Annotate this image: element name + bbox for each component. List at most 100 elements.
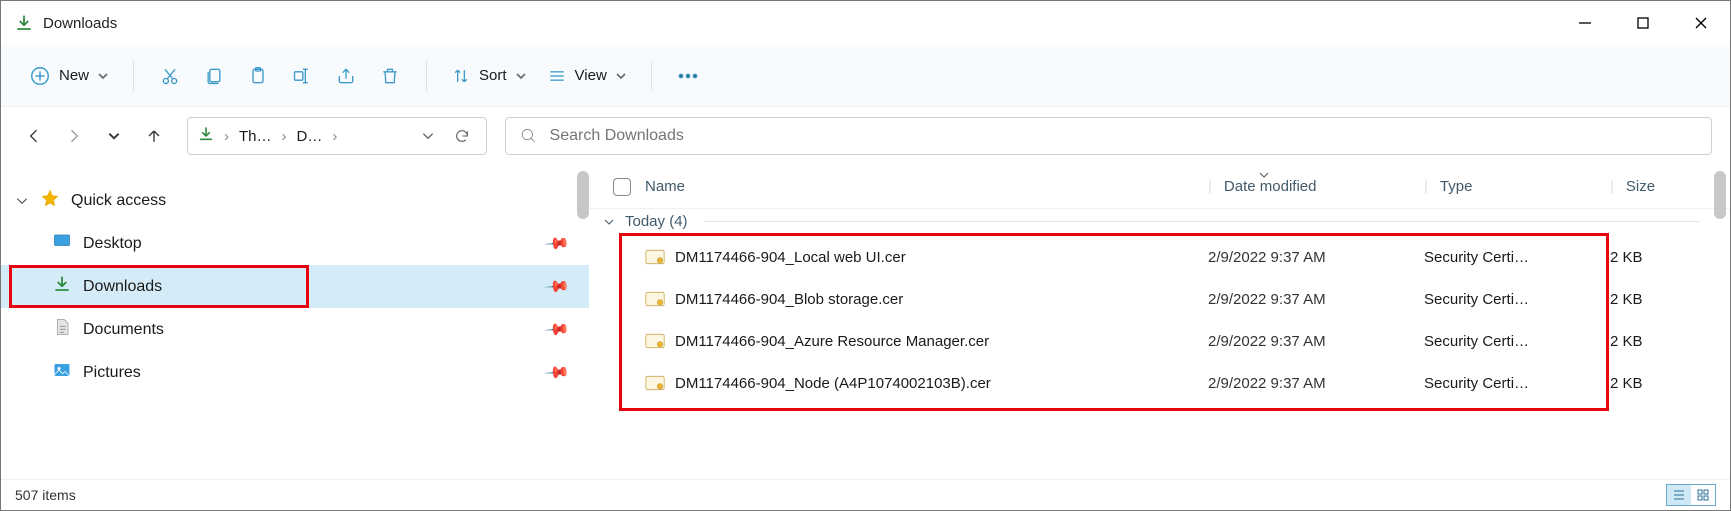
view-button-label: View xyxy=(575,67,607,84)
group-divider xyxy=(704,221,1700,222)
documents-icon xyxy=(53,318,71,341)
file-type: Security Certi… xyxy=(1424,291,1610,308)
new-button-label: New xyxy=(59,67,89,84)
file-row[interactable]: DM1174466-904_Azure Resource Manager.cer… xyxy=(589,320,1730,362)
group-header-label: Today (4) xyxy=(625,213,688,230)
refresh-button[interactable] xyxy=(448,128,476,144)
sidebar-item-label: Downloads xyxy=(83,278,589,296)
file-name: DM1174466-904_Local web UI.cer xyxy=(675,249,1208,266)
file-list-scrollbar[interactable] xyxy=(1714,171,1726,219)
details-view-button[interactable] xyxy=(1667,485,1691,505)
close-button[interactable] xyxy=(1672,1,1730,45)
sort-button-label: Sort xyxy=(479,67,507,84)
window-titlebar: Downloads xyxy=(1,1,1730,45)
breadcrumb-segment[interactable]: Th… xyxy=(239,128,272,145)
toolbar-separator xyxy=(651,61,652,91)
sidebar-item-label: Pictures xyxy=(83,364,589,382)
group-header-today[interactable]: Today (4) xyxy=(589,209,1730,236)
column-headers: Name |Date modified |Type |Size xyxy=(589,165,1730,209)
paste-button[interactable] xyxy=(236,54,280,98)
back-button[interactable] xyxy=(19,121,49,151)
column-header-size[interactable]: |Size xyxy=(1610,178,1730,195)
address-bar[interactable]: › Th… › D… › xyxy=(187,117,487,155)
downloads-icon xyxy=(53,275,71,298)
file-date: 2/9/2022 9:37 AM xyxy=(1208,333,1424,350)
file-date: 2/9/2022 9:37 AM xyxy=(1208,249,1424,266)
file-type: Security Certi… xyxy=(1424,249,1610,266)
forward-button[interactable] xyxy=(59,121,89,151)
file-type: Security Certi… xyxy=(1424,333,1610,350)
toolbar-separator xyxy=(133,61,134,91)
column-header-date[interactable]: |Date modified xyxy=(1208,178,1424,195)
sidebar-item-downloads[interactable]: Downloads 📌 xyxy=(1,265,589,308)
sidebar-item-label: Documents xyxy=(83,321,589,339)
maximize-button[interactable] xyxy=(1614,1,1672,45)
chevron-down-icon xyxy=(615,70,627,82)
thumbnails-view-button[interactable] xyxy=(1691,485,1715,505)
certificate-icon xyxy=(645,333,665,349)
file-date: 2/9/2022 9:37 AM xyxy=(1208,291,1424,308)
sidebar-item-pictures[interactable]: Pictures 📌 xyxy=(1,351,589,394)
select-all-checkbox[interactable] xyxy=(613,178,631,196)
downloads-folder-icon xyxy=(15,14,33,32)
chevron-down-icon xyxy=(515,70,527,82)
file-size: 2 KB xyxy=(1610,291,1730,308)
file-row[interactable]: DM1174466-904_Local web UI.cer2/9/2022 9… xyxy=(589,236,1730,278)
chevron-down-icon xyxy=(603,216,615,228)
sidebar-item-quick-access[interactable]: Quick access xyxy=(1,179,589,222)
command-bar: New Sort View xyxy=(1,45,1730,107)
chevron-down-icon xyxy=(15,194,29,208)
window-title: Downloads xyxy=(43,15,1556,32)
up-button[interactable] xyxy=(139,121,169,151)
status-item-count: 507 items xyxy=(15,487,76,503)
column-header-name[interactable]: Name xyxy=(645,178,1208,195)
breadcrumb-chevron[interactable]: › xyxy=(328,128,341,145)
breadcrumb-chevron[interactable]: › xyxy=(220,128,233,145)
file-size: 2 KB xyxy=(1610,375,1730,392)
file-name: DM1174466-904_Node (A4P1074002103B).cer xyxy=(675,375,1208,392)
sort-indicator-icon xyxy=(1258,168,1270,185)
navigation-pane: Quick access Desktop 📌 Downloads 📌 Docum… xyxy=(1,165,589,479)
certificate-icon xyxy=(645,375,665,391)
address-history-button[interactable] xyxy=(414,129,442,143)
column-header-type[interactable]: |Type xyxy=(1424,178,1610,195)
certificate-icon xyxy=(645,291,665,307)
navigation-row: › Th… › D… › xyxy=(1,107,1730,165)
file-row[interactable]: DM1174466-904_Node (A4P1074002103B).cer2… xyxy=(589,362,1730,404)
sidebar-item-label: Quick access xyxy=(71,192,589,210)
rename-button[interactable] xyxy=(280,54,324,98)
file-name: DM1174466-904_Azure Resource Manager.cer xyxy=(675,333,1208,350)
file-name: DM1174466-904_Blob storage.cer xyxy=(675,291,1208,308)
new-button[interactable]: New xyxy=(19,59,119,93)
downloads-icon xyxy=(198,126,214,146)
more-button[interactable] xyxy=(666,54,710,98)
copy-button[interactable] xyxy=(192,54,236,98)
file-row[interactable]: DM1174466-904_Blob storage.cer2/9/2022 9… xyxy=(589,278,1730,320)
file-type: Security Certi… xyxy=(1424,375,1610,392)
file-size: 2 KB xyxy=(1610,249,1730,266)
share-button[interactable] xyxy=(324,54,368,98)
desktop-icon xyxy=(53,232,71,255)
sidebar-item-documents[interactable]: Documents 📌 xyxy=(1,308,589,351)
search-box[interactable] xyxy=(505,117,1712,155)
certificate-icon xyxy=(645,249,665,265)
delete-button[interactable] xyxy=(368,54,412,98)
minimize-button[interactable] xyxy=(1556,1,1614,45)
breadcrumb-segment[interactable]: D… xyxy=(297,128,323,145)
breadcrumb-chevron[interactable]: › xyxy=(278,128,291,145)
search-input[interactable] xyxy=(550,127,1697,145)
search-icon xyxy=(520,127,538,145)
sidebar-item-desktop[interactable]: Desktop 📌 xyxy=(1,222,589,265)
sort-button[interactable]: Sort xyxy=(441,60,537,92)
star-icon xyxy=(41,189,59,212)
view-button[interactable]: View xyxy=(537,60,637,92)
cut-button[interactable] xyxy=(148,54,192,98)
status-bar: 507 items xyxy=(1,479,1730,509)
toolbar-separator xyxy=(426,61,427,91)
file-date: 2/9/2022 9:37 AM xyxy=(1208,375,1424,392)
recent-locations-button[interactable] xyxy=(99,121,129,151)
file-size: 2 KB xyxy=(1610,333,1730,350)
sidebar-item-label: Desktop xyxy=(83,235,589,253)
pictures-icon xyxy=(53,361,71,384)
file-list-pane: Name |Date modified |Type |Size Today (4… xyxy=(589,165,1730,479)
